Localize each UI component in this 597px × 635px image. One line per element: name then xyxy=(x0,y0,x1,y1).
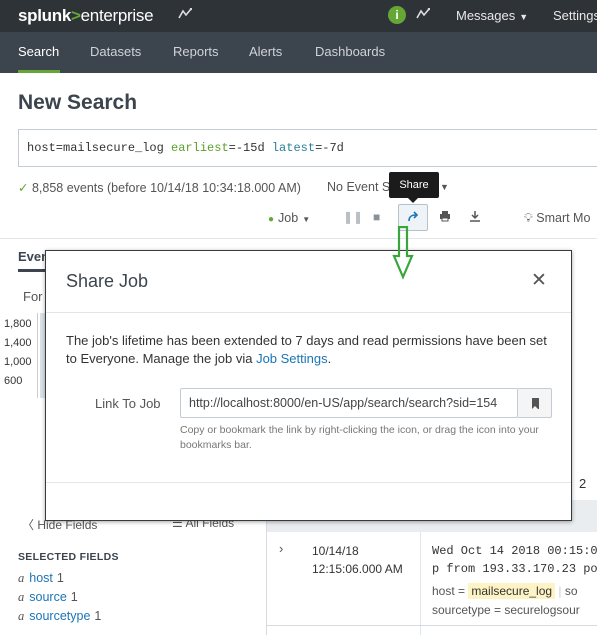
share-job-modal: Share Job ✕ The job's lifetime has been … xyxy=(45,250,572,521)
modal-title: Share Job xyxy=(66,271,149,291)
meta-host-value[interactable]: mailsecure_log xyxy=(468,583,556,599)
event-sampling-dropdown[interactable]: No Event S xyxy=(327,180,390,194)
settings-menu[interactable]: Settings xyxy=(553,8,597,23)
settings-label: Settings xyxy=(553,8,597,23)
app-nav-bar: Search Datasets Reports Alerts Dashboard… xyxy=(0,32,597,73)
nav-tab-reports[interactable]: Reports xyxy=(173,44,219,59)
event-raw-text: Wed Oct 14 2018 00:15:06 p from 193.33.17… xyxy=(432,542,597,578)
string-type-icon: a xyxy=(18,590,25,604)
event-timestamp: 10/14/18 12:15:06.000 AM xyxy=(312,542,403,578)
nav-tab-datasets[interactable]: Datasets xyxy=(90,44,141,59)
stop-icon[interactable]: ■ xyxy=(373,210,380,224)
modal-message: The job's lifetime has been extended to … xyxy=(66,332,556,368)
column-divider xyxy=(420,532,421,635)
chevron-down-icon: ▼ xyxy=(519,12,529,22)
app-activity-icon[interactable] xyxy=(178,7,193,23)
events-count-status: ✓ 8,858 events (before 10/14/18 10:34:18… xyxy=(18,180,301,195)
nav-tab-alerts[interactable]: Alerts xyxy=(249,44,282,59)
job-menu[interactable]: ● Job ▼ xyxy=(268,211,310,225)
search-mode-label: Smart Mo xyxy=(536,211,591,225)
meta-separator: | xyxy=(558,584,562,598)
query-text: =-15d xyxy=(228,141,272,155)
events-tab-indicator xyxy=(18,269,46,272)
nav-tab-search[interactable]: Search xyxy=(18,44,59,59)
annotation-arrow-icon xyxy=(392,225,414,285)
page-title: New Search xyxy=(18,91,138,114)
selected-fields-heading: SELECTED FIELDS xyxy=(18,551,119,563)
event-raw-line: Wed Oct 14 2018 00:15:06 xyxy=(432,544,597,558)
tooltip-arrow xyxy=(408,198,418,203)
pause-icon[interactable]: ❚❚ xyxy=(343,210,363,224)
query-keyword-earliest: earliest xyxy=(171,141,229,155)
event-raw-line: p from 193.33.170.23 port xyxy=(432,562,597,576)
field-name: source xyxy=(29,590,67,604)
lightbulb-icon: 💡︎ xyxy=(524,211,533,225)
active-tab-indicator xyxy=(18,70,60,73)
print-icon[interactable] xyxy=(439,210,451,225)
top-bar: splunk>enterprise i Messages ▼ Settings xyxy=(0,0,597,32)
field-count: 1 xyxy=(70,590,78,604)
string-type-icon: a xyxy=(18,609,25,623)
timeline-y-tick: 1,000 xyxy=(4,356,32,368)
check-icon: ✓ xyxy=(18,181,32,195)
field-count: 1 xyxy=(94,609,102,623)
logo-enterprise-text: enterprise xyxy=(80,6,154,25)
job-link-input[interactable]: http://localhost:8000/en-US/app/search/s… xyxy=(180,388,518,418)
timeline-y-tick: 600 xyxy=(4,375,23,387)
meta-key: so xyxy=(564,584,578,598)
timeline-y-tick: 1,400 xyxy=(4,337,32,349)
splunk-logo[interactable]: splunk>enterprise xyxy=(18,6,154,26)
field-count: 1 xyxy=(56,571,64,585)
format-timeline-dropdown[interactable]: For xyxy=(23,289,43,304)
timeline-axis xyxy=(37,313,38,398)
bookmark-icon xyxy=(532,398,539,409)
chevron-down-icon: ▼ xyxy=(302,215,311,224)
modal-footer-divider xyxy=(46,482,571,483)
search-mode-dropdown[interactable]: 💡︎ Smart Mo xyxy=(524,211,590,226)
export-download-icon[interactable] xyxy=(469,210,481,225)
close-icon[interactable]: ✕ xyxy=(531,271,547,291)
chevron-down-icon: ▼ xyxy=(440,182,449,192)
field-name: host xyxy=(29,571,53,585)
messages-label: Messages xyxy=(456,8,516,23)
event-meta-sourcetype: sourcetype = securelogsour xyxy=(432,603,580,617)
query-text: host=mailsecure_log xyxy=(27,141,172,155)
event-meta-host: host = mailsecure_log | so xyxy=(432,583,578,599)
string-type-icon: a xyxy=(18,571,25,585)
events-count-text: 8,858 events (before 10/14/18 10:34:18.0… xyxy=(31,181,301,195)
chevron-left-icon: 〈 xyxy=(22,518,38,532)
link-to-job-label: Link To Job xyxy=(95,396,161,411)
logo-splunk-text: splunk xyxy=(18,6,71,25)
share-arrow-icon xyxy=(408,211,419,222)
health-status-icon[interactable]: i xyxy=(388,6,406,24)
job-settings-link[interactable]: Job Settings xyxy=(256,351,328,366)
share-tooltip: Share xyxy=(389,172,439,198)
field-item-host[interactable]: a host 1 xyxy=(18,571,64,586)
meta-key: host = xyxy=(432,584,469,598)
query-keyword-latest: latest xyxy=(271,141,316,155)
row-divider xyxy=(266,625,597,626)
logo-gt-text: > xyxy=(71,6,81,25)
nav-tab-dashboards[interactable]: Dashboards xyxy=(315,44,385,59)
message-text: . xyxy=(327,351,332,366)
pagination-page-2[interactable]: 2 xyxy=(579,476,586,491)
expand-event-chevron-icon[interactable]: › xyxy=(279,541,283,556)
field-item-source[interactable]: a source 1 xyxy=(18,590,78,605)
event-time: 12:15:06.000 AM xyxy=(312,562,403,576)
job-label: Job xyxy=(278,211,299,225)
messages-menu[interactable]: Messages ▼ xyxy=(456,8,528,23)
field-item-sourcetype[interactable]: a sourcetype 1 xyxy=(18,609,101,624)
bookmark-button[interactable] xyxy=(518,388,552,418)
query-text: =-7d xyxy=(315,141,344,155)
event-date: 10/14/18 xyxy=(312,544,359,558)
modal-help-text: Copy or bookmark the link by right-click… xyxy=(180,424,539,451)
search-query-input[interactable]: host=mailsecure_log earliest=-15d latest… xyxy=(18,129,597,167)
activity-icon[interactable] xyxy=(416,7,431,23)
modal-divider xyxy=(46,312,571,313)
tabs-divider xyxy=(0,238,597,239)
field-name: sourcetype xyxy=(29,609,91,623)
job-status-dot-icon: ● xyxy=(268,214,275,225)
timeline-y-tick: 1,800 xyxy=(4,318,32,330)
